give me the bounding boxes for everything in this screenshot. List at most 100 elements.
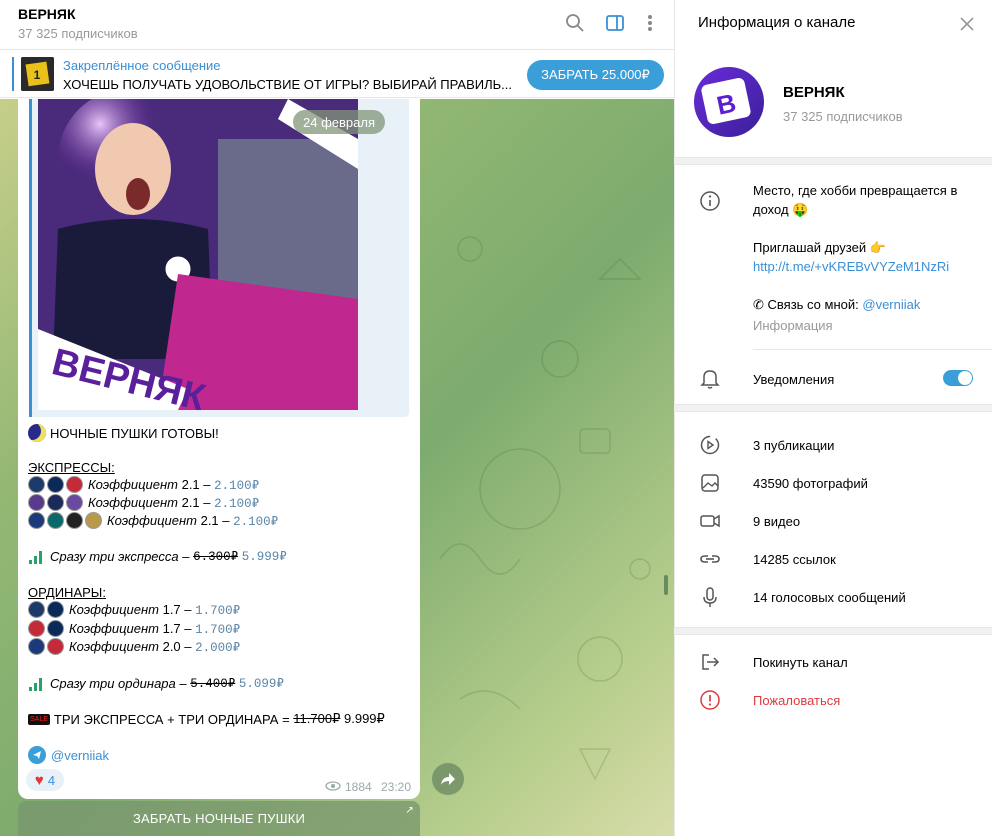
eye-icon: [325, 780, 341, 794]
price: 2.100₽: [214, 478, 260, 493]
close-icon[interactable]: [957, 14, 977, 34]
signal-bars-icon: [28, 550, 46, 564]
sidebar-toggle-icon[interactable]: [603, 11, 627, 35]
single-header: ОРДИНАРЫ:: [28, 585, 106, 600]
message-headline: НОЧНЫЕ ПУШКИ ГОТОВЫ!: [50, 425, 219, 441]
toggle-knob: [958, 371, 972, 385]
photo-icon: [698, 471, 722, 495]
coef-value: 2.0: [162, 639, 181, 654]
link-icon: [698, 547, 722, 571]
stat-links[interactable]: 14285 ссылок: [753, 552, 836, 567]
coef-value: 2.1: [181, 495, 200, 510]
bundle-label: Сразу три ординара –: [50, 675, 187, 691]
info-panel-title: Информация о канале: [698, 14, 856, 31]
pinned-label: Закреплённое сообщение: [63, 58, 221, 73]
price: 2.100₽: [233, 514, 279, 529]
coef-label: Коэффициент: [69, 621, 159, 636]
leave-icon: [698, 650, 722, 674]
team-logo-icon: [28, 601, 45, 618]
telegram-icon: [28, 746, 46, 764]
invite-link[interactable]: http://t.me/+vKREBvVYZeM1NzRi: [753, 259, 949, 274]
description-line1: Место, где хобби превращается в: [753, 183, 958, 198]
chat-area: ВЕРНЯК 37 325 подписчиков 1 Закреплённое…: [0, 0, 674, 836]
chat-subscribers: 37 325 подписчиков: [18, 26, 138, 41]
team-logo-icon: [47, 512, 64, 529]
claim-picks-label: ЗАБРАТЬ НОЧНЫЕ ПУШКИ: [132, 811, 306, 826]
price: 2.000₽: [195, 640, 241, 655]
author-link[interactable]: @verniiak: [51, 748, 109, 763]
microphone-icon: [698, 585, 722, 609]
chat-scrollbar[interactable]: [664, 575, 668, 595]
info-icon: [698, 189, 722, 213]
team-logo-icon: [47, 638, 64, 655]
old-price: 11.700₽: [293, 711, 341, 726]
team-logo-icon: [85, 512, 102, 529]
express-bundle-line: Сразу три экспресса – 6.300₽ 5.999₽: [28, 548, 287, 564]
description-line2: доход 🤑: [753, 202, 809, 217]
team-logo-icon: [47, 620, 64, 637]
share-icon: [441, 773, 455, 785]
combo-label: ТРИ ЭКСПРЕССА + ТРИ ОРДИНАРА =: [53, 711, 290, 727]
signal-bars-icon: [28, 677, 46, 691]
team-logo-icon: [28, 638, 45, 655]
coef-value: 1.7: [162, 621, 181, 636]
express-row: Коэффициент 2.1 – 2.100₽: [28, 512, 278, 529]
message-photo[interactable]: ВЕРНЯК: [38, 99, 358, 410]
team-logo-icon: [66, 494, 83, 511]
single-row: Коэффициент 1.7 – 1.700₽: [28, 620, 240, 637]
stat-voice[interactable]: 14 голосовых сообщений: [753, 590, 906, 605]
search-icon[interactable]: [563, 11, 587, 35]
coef-value: 1.7: [162, 602, 181, 617]
contact-handle[interactable]: @verniiak: [862, 297, 920, 312]
invite-label: Приглашай друзей 👉: [753, 240, 886, 255]
coef-value: 2.1: [200, 513, 219, 528]
pinned-indicator: [12, 57, 14, 91]
coef-label: Коэффициент: [88, 495, 178, 510]
coef-value: 2.1: [181, 477, 200, 492]
coef-label: Коэффициент: [69, 602, 159, 617]
team-logo-icon: [66, 476, 83, 493]
claim-bonus-button[interactable]: ЗАБРАТЬ 25.000₽: [527, 60, 664, 90]
coef-label: Коэффициент: [88, 477, 178, 492]
price: 1.700₽: [195, 603, 241, 618]
team-logo-icon: [28, 512, 45, 529]
sale-badge: SALE: [28, 713, 50, 725]
new-price: 5.099₽: [238, 677, 284, 691]
more-menu-icon[interactable]: [638, 11, 662, 35]
old-price: 5.400₽: [190, 677, 236, 691]
heart-icon: ♥: [34, 771, 44, 789]
coef-label: Коэффициент: [107, 513, 197, 528]
publications-icon: [698, 433, 722, 457]
bundle-label: Сразу три экспресса –: [50, 548, 190, 564]
pinned-text: ХОЧЕШЬ ПОЛУЧАТЬ УДОВОЛЬСТВИЕ ОТ ИГРЫ? ВЫ…: [63, 77, 513, 92]
date-pill: 24 февраля: [293, 110, 385, 134]
new-price: 9.999₽: [344, 711, 385, 726]
leave-channel-button[interactable]: Покинуть канал: [753, 655, 848, 670]
express-row: Коэффициент 2.1 – 2.100₽: [28, 494, 259, 511]
reaction-count: 4: [47, 772, 56, 788]
team-logo-icon: [28, 494, 45, 511]
coef-label: Коэффициент: [69, 639, 159, 654]
price: 2.100₽: [214, 496, 260, 511]
chat-title[interactable]: ВЕРНЯК: [18, 6, 76, 22]
share-button[interactable]: [432, 763, 464, 795]
svg-text:1: 1: [34, 68, 41, 82]
express-header: ЭКСПРЕССЫ:: [28, 460, 115, 475]
channel-name: ВЕРНЯК: [783, 84, 845, 101]
claim-picks-button[interactable]: ЗАБРАТЬ НОЧНЫЕ ПУШКИ ↗: [18, 801, 420, 836]
combo-line: SALE ТРИ ЭКСПРЕССА + ТРИ ОРДИНАРА = 11.7…: [28, 711, 385, 727]
headline-line: НОЧНЫЕ ПУШКИ ГОТОВЫ!: [28, 424, 219, 442]
stat-photos[interactable]: 43590 фотографий: [753, 476, 868, 491]
views-count: 1884: [345, 780, 372, 794]
new-price: 5.999₽: [241, 550, 287, 564]
team-logo-icon: [47, 494, 64, 511]
pinned-thumbnail: 1: [21, 57, 54, 91]
single-row: Коэффициент 2.0 – 2.000₽: [28, 638, 240, 655]
reaction-heart[interactable]: ♥ 4: [26, 769, 64, 791]
stat-videos[interactable]: 9 видео: [753, 514, 800, 529]
stat-publications[interactable]: 3 публикации: [753, 438, 834, 453]
divider: [753, 349, 992, 350]
channel-subscribers: 37 325 подписчиков: [783, 109, 903, 124]
channel-avatar[interactable]: B: [694, 67, 764, 137]
report-button[interactable]: Пожаловаться: [753, 693, 840, 708]
